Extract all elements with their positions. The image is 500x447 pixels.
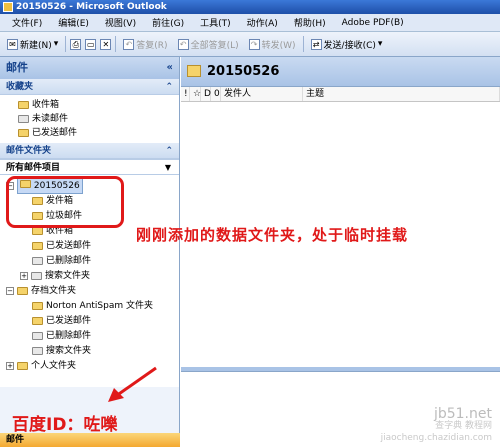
new-button[interactable]: ✉ 新建(N) ▾ (4, 35, 61, 53)
importance-column[interactable]: ! (181, 87, 190, 101)
menu-bar: 文件(F) 编辑(E) 视图(V) 前往(G) 工具(T) 动作(A) 帮助(H… (0, 14, 500, 32)
reply-all-button[interactable]: ↶ 全部答复(L) (175, 35, 242, 53)
chevron-up-icon[interactable]: ⌃ (165, 143, 173, 159)
send-receive-icon: ⇄ (310, 38, 322, 50)
annotation-arrow (108, 366, 157, 402)
arrow-shaft (115, 366, 157, 398)
sent-folder-icon (18, 129, 29, 137)
arrow-head (108, 388, 124, 402)
annotation-highlight-box (6, 176, 124, 228)
print-icon[interactable]: ⎙ (70, 38, 82, 50)
toolbar-separator (115, 36, 117, 52)
chevron-up-icon[interactable]: ⌃ (165, 79, 173, 95)
search-folder-icon (18, 115, 29, 123)
menu-edit[interactable]: 编辑(E) (50, 16, 97, 29)
favorites-header[interactable]: 收藏夹 ⌃ (0, 79, 179, 95)
norton-folder-icon (32, 302, 43, 310)
subject-column[interactable]: 主题 (303, 87, 500, 101)
favorite-sent-items[interactable]: 已发送邮件 (0, 126, 179, 140)
menu-tools[interactable]: 工具(T) (192, 16, 239, 29)
tree-row-archive-sent[interactable]: 已发送邮件 (32, 314, 91, 328)
watermark-site: jb51.net (433, 406, 492, 422)
from-column[interactable]: 发件人 (221, 87, 303, 101)
search-folder-icon (31, 272, 42, 280)
favorites-list: 收件箱 未读邮件 已发送邮件 (0, 95, 179, 143)
sent-folder-icon (32, 317, 43, 325)
deleted-items-icon (32, 257, 43, 265)
deleted-items-icon (32, 332, 43, 340)
move-icon[interactable]: ▭ (85, 38, 97, 50)
tree-row-archive[interactable]: − 存档文件夹 (6, 284, 76, 298)
all-mail-items-dropdown[interactable]: 所有邮件项目 ▼ (0, 159, 179, 175)
menu-actions[interactable]: 动作(A) (239, 16, 286, 29)
folder-header: 20150526 (181, 57, 500, 87)
tree-row-deleted[interactable]: 已删除邮件 (32, 254, 91, 268)
attachment-column[interactable]: 0 (211, 87, 221, 101)
toolbar-separator (302, 36, 304, 52)
mail-list-pane: 20150526 ! ☆ D 0 发件人 主题 (181, 57, 500, 447)
watermark: jb51.net 查字典 教程网 jiaocheng.chazidian.com (380, 406, 492, 444)
reply-all-icon: ↶ (177, 38, 189, 50)
watermark-url: jiaocheng.chazidian.com (380, 433, 492, 443)
folder-title: 20150526 (207, 64, 280, 79)
reply-button[interactable]: ↶ 答复(R) (120, 35, 170, 53)
favorite-inbox[interactable]: 收件箱 (0, 98, 179, 112)
annotation-baidu-id: 百度ID：咗嚛 (12, 415, 118, 435)
tree-row-norton[interactable]: Norton AntiSpam 文件夹 (32, 299, 153, 313)
expand-expander-icon[interactable]: + (6, 362, 14, 370)
title-bar: 20150526 - Microsoft Outlook (0, 0, 500, 14)
menu-view[interactable]: 视图(V) (97, 16, 144, 29)
mail-folders-header[interactable]: 邮件文件夹 ⌃ (0, 143, 179, 159)
archive-folder-icon (17, 287, 28, 295)
menu-go[interactable]: 前往(G) (144, 16, 192, 29)
tree-row-sent[interactable]: 已发送邮件 (32, 239, 91, 253)
send-receive-button[interactable]: ⇄ 发送/接收(C) ▾ (308, 35, 386, 53)
search-folder-icon (32, 347, 43, 355)
inbox-folder-icon (18, 101, 29, 109)
column-header-row: ! ☆ D 0 发件人 主题 (181, 87, 500, 102)
personal-folder-icon (17, 362, 28, 370)
favorite-unread-mail[interactable]: 未读邮件 (0, 112, 179, 126)
delete-icon[interactable]: ✕ (100, 38, 112, 50)
annotation-note: 刚刚添加的数据文件夹，处于临时挂载 (136, 226, 409, 244)
sent-folder-icon (32, 242, 43, 250)
outlook-app-icon (3, 2, 13, 12)
tree-row-archive-search[interactable]: 搜索文件夹 (32, 344, 91, 358)
watermark-tutorial: 查字典 教程网 (435, 421, 492, 431)
forward-button[interactable]: ↷ 转发(W) (246, 35, 299, 53)
tree-row-search-folders[interactable]: + 搜索文件夹 (20, 269, 90, 283)
toolbar: ✉ 新建(N) ▾ ⎙ ▭ ✕ ↶ 答复(R) ↶ 全部答复(L) ↷ 转发(W… (0, 32, 500, 57)
tree-row-personal[interactable]: + 个人文件夹 (6, 359, 76, 373)
forward-icon: ↷ (248, 38, 260, 50)
mail-nav-button[interactable]: 邮件 (0, 433, 180, 447)
new-mail-icon: ✉ (7, 38, 18, 50)
menu-adobe-pdf[interactable]: Adobe PDF(B) (334, 18, 412, 28)
menu-file[interactable]: 文件(F) (4, 16, 50, 29)
toolbar-separator (65, 36, 67, 52)
chevron-down-icon[interactable]: ▼ (165, 160, 171, 176)
collapse-pane-button[interactable]: « (167, 57, 173, 79)
folder-icon (187, 65, 201, 77)
nav-pane-title: 邮件 (6, 61, 28, 74)
reply-icon: ↶ (123, 38, 135, 50)
collapse-expander-icon[interactable]: − (6, 287, 14, 295)
chevron-down-icon[interactable]: ▾ (378, 39, 383, 49)
icon-column[interactable]: D (201, 87, 211, 101)
expand-expander-icon[interactable]: + (20, 272, 28, 280)
tree-row-archive-deleted[interactable]: 已删除邮件 (32, 329, 91, 343)
chevron-down-icon[interactable]: ▾ (54, 39, 59, 49)
nav-pane-header: 邮件 « (0, 57, 179, 79)
flag-column[interactable]: ☆ (190, 87, 201, 101)
window-title: 20150526 - Microsoft Outlook (16, 2, 167, 12)
menu-help[interactable]: 帮助(H) (286, 16, 334, 29)
inbox-folder-icon (32, 227, 43, 235)
